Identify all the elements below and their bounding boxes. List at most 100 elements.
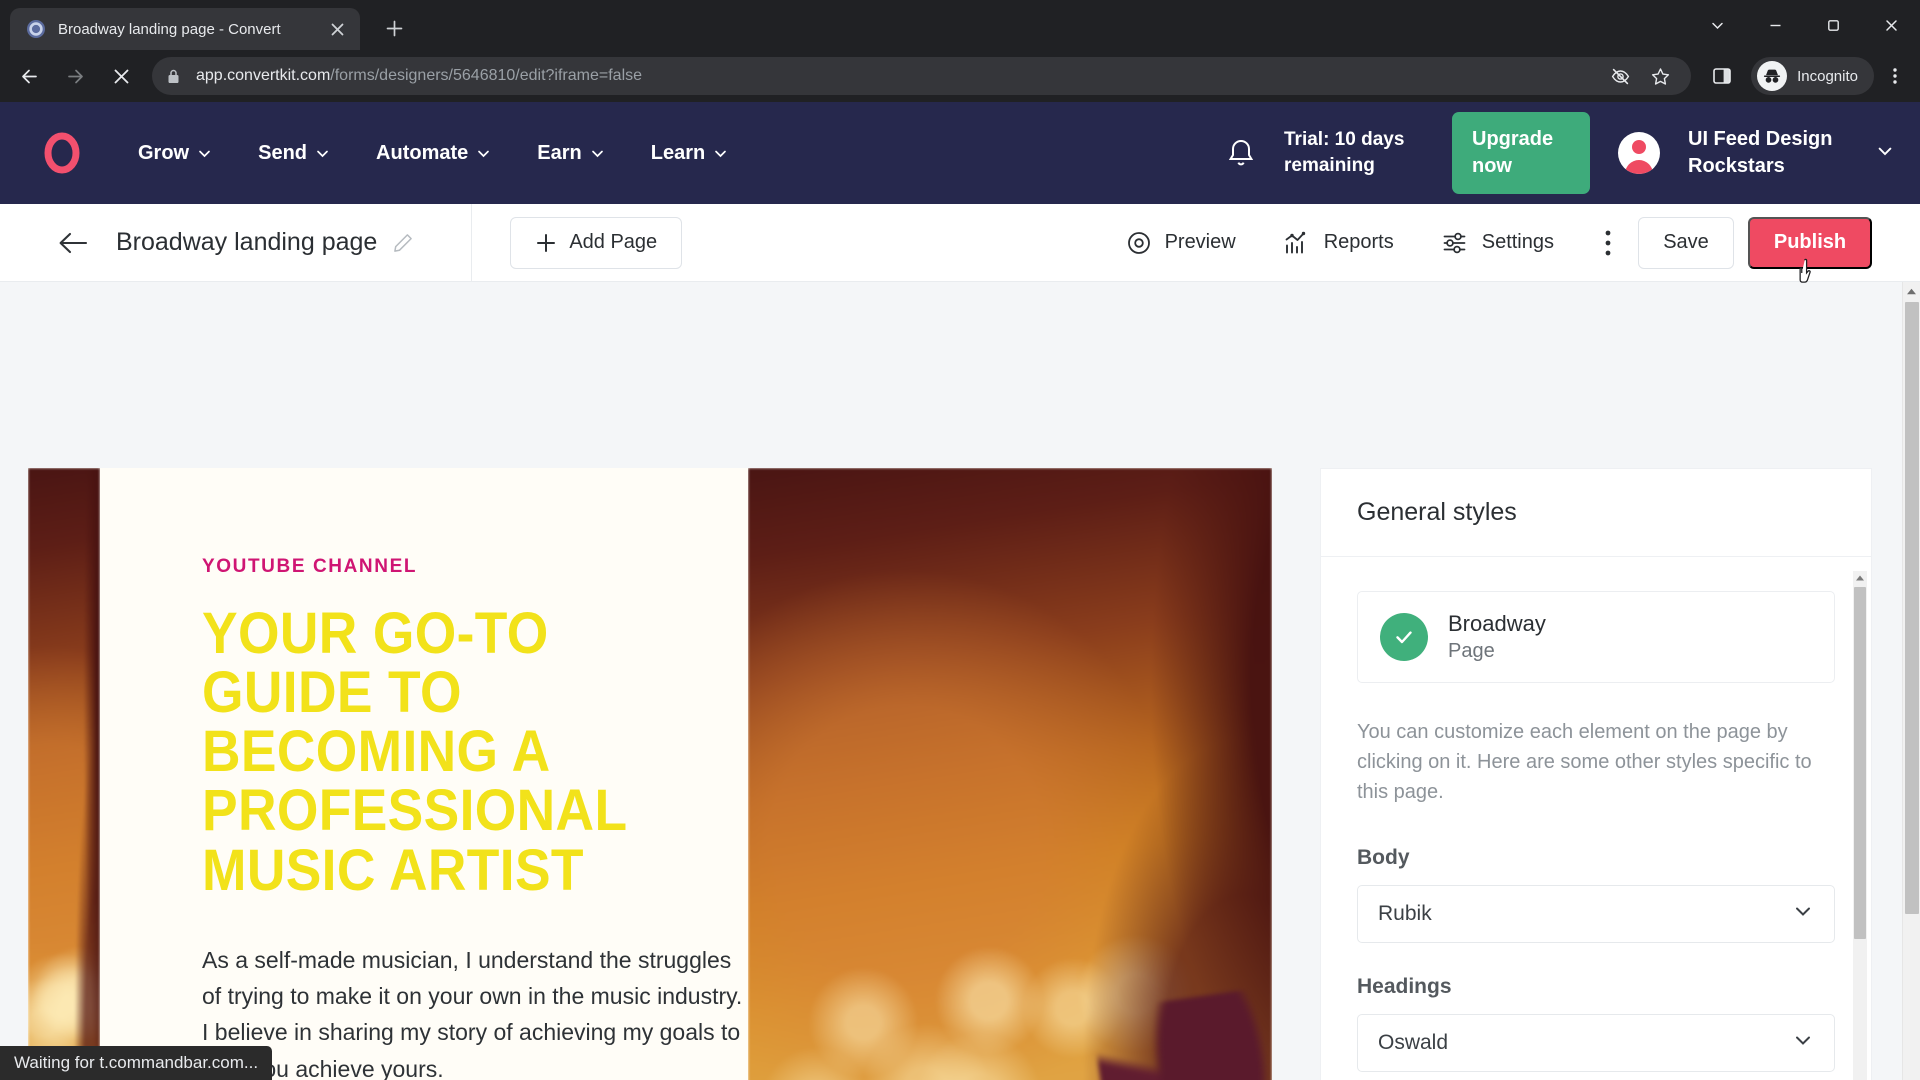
more-options-icon[interactable]	[1588, 228, 1628, 258]
browser-window: Broadway landing page - Convert app.conv…	[0, 0, 1920, 1080]
hero-paragraph[interactable]: As a self-made musician, I understand th…	[202, 942, 748, 1080]
back-to-forms-icon[interactable]	[56, 226, 90, 260]
body-font-value: Rubik	[1378, 901, 1432, 925]
account-name[interactable]: UI Feed Design Rockstars	[1688, 126, 1848, 180]
hero-eyebrow[interactable]: YOUTUBE CHANNEL	[202, 556, 748, 578]
chevron-down-icon	[317, 150, 328, 157]
status-bar: Waiting for t.commandbar.com...	[0, 1046, 273, 1080]
publish-button[interactable]: Publish	[1748, 216, 1872, 269]
add-page-button[interactable]: Add Page	[510, 216, 683, 269]
nav-item-label: Send	[258, 141, 308, 164]
chevron-down-icon	[1792, 900, 1814, 928]
chart-icon	[1285, 231, 1305, 253]
stop-loading-icon[interactable]	[100, 55, 142, 97]
chevron-down-icon	[199, 150, 210, 157]
browser-menu-icon[interactable]	[1878, 59, 1912, 93]
scroll-up-arrow-icon[interactable]	[1853, 571, 1867, 585]
nav-item-send[interactable]: Send	[258, 142, 330, 165]
trial-status: Trial: 10 days remaining	[1284, 129, 1405, 176]
tab-title: Broadway landing page - Convert	[58, 20, 281, 38]
upgrade-now-button[interactable]: Upgrade now	[1452, 112, 1590, 194]
selected-element-card[interactable]: Broadway Page	[1357, 591, 1835, 683]
page-title[interactable]: Broadway landing page	[116, 228, 377, 257]
settings-button[interactable]: Settings	[1418, 230, 1578, 256]
app-nav-right: Trial: 10 days remaining Upgrade now UI …	[1226, 112, 1896, 194]
tab-strip: Broadway landing page - Convert	[0, 0, 1920, 50]
nav-item-label: Earn	[537, 141, 582, 164]
body-font-label: Body	[1357, 845, 1410, 869]
general-styles-panel: General styles Broadway Page You can cus…	[1320, 468, 1872, 1080]
panel-body: Broadway Page You can customize each ele…	[1321, 557, 1871, 1080]
check-icon	[1380, 612, 1428, 661]
panel-scrollbar[interactable]	[1853, 571, 1867, 1080]
chevron-down-icon	[478, 150, 490, 157]
chevron-down-icon[interactable]	[1876, 142, 1896, 165]
save-button[interactable]: Save	[1638, 216, 1734, 269]
panel-scroll-thumb[interactable]	[1854, 587, 1866, 939]
omnibox-icons	[1603, 59, 1677, 93]
nav-item-learn[interactable]: Learn	[651, 142, 728, 165]
nav-item-label: Automate	[376, 141, 469, 164]
avatar[interactable]	[1618, 132, 1660, 174]
chevron-down-icon	[591, 150, 603, 157]
canvas-left-image-strip	[28, 468, 100, 1080]
canvas-text-column: YOUTUBE CHANNEL Your go-to guide to beco…	[100, 468, 748, 1080]
stage-photo-background	[28, 468, 100, 1080]
sliders-icon	[1443, 232, 1466, 253]
headings-font-value: Oswald	[1378, 1030, 1449, 1054]
new-tab-button[interactable]	[374, 8, 414, 48]
nav-item-automate[interactable]: Automate	[376, 142, 491, 165]
panel-title: General styles	[1357, 498, 1517, 526]
url-domain: app.convertkit.com	[196, 67, 331, 84]
chevron-down-icon[interactable]	[1688, 0, 1746, 50]
address-bar[interactable]: app.convertkit.com/forms/designers/56468…	[152, 57, 1692, 95]
browser-toolbar: app.convertkit.com/forms/designers/56468…	[0, 50, 1920, 102]
bell-icon[interactable]	[1226, 137, 1256, 169]
convertkit-favicon-icon	[26, 19, 46, 39]
nav-item-grow[interactable]: Grow	[138, 142, 212, 165]
workspace: YOUTUBE CHANNEL Your go-to guide to beco…	[0, 282, 1920, 1080]
window-controls	[1688, 0, 1920, 50]
page-scrollbar[interactable]	[1902, 282, 1920, 1080]
preview-button[interactable]: Preview	[1102, 230, 1260, 256]
convertkit-logo-icon[interactable]	[38, 129, 86, 177]
reports-button[interactable]: Reports	[1260, 230, 1418, 256]
maximize-icon[interactable]	[1804, 0, 1862, 50]
chevron-down-icon	[1792, 1029, 1814, 1057]
editor-toolbar: Broadway landing page Add Page Preview R…	[0, 203, 1920, 282]
browser-tab[interactable]: Broadway landing page - Convert	[10, 8, 360, 50]
landing-page-canvas[interactable]: YOUTUBE CHANNEL Your go-to guide to beco…	[28, 468, 1272, 1080]
stage-photo-background	[748, 468, 1272, 1080]
lock-icon	[166, 68, 184, 85]
forward-icon[interactable]	[54, 55, 96, 97]
close-window-icon[interactable]	[1862, 0, 1920, 50]
url-path: /forms/designers/5646810/edit?iframe=fal…	[330, 67, 643, 84]
app-nav-items: Grow Send Automate Earn Learn	[138, 142, 728, 165]
minimize-icon[interactable]	[1746, 0, 1804, 50]
hero-heading[interactable]: Your go-to guide to becoming a professio…	[202, 604, 699, 900]
add-page-label: Add Page	[569, 231, 658, 253]
nav-item-label: Learn	[650, 141, 706, 164]
incognito-avatar	[1757, 61, 1788, 91]
plus-icon	[537, 233, 556, 252]
toolbar-divider	[471, 203, 473, 282]
settings-label: Settings	[1481, 231, 1554, 253]
side-panel-icon[interactable]	[1705, 59, 1739, 93]
eye-off-icon[interactable]	[1603, 59, 1637, 93]
canvas-video-column[interactable]	[748, 468, 1272, 1080]
chevron-down-icon	[715, 150, 727, 157]
app-viewport: Grow Send Automate Earn Learn Trial: 10 …	[0, 102, 1920, 1080]
headings-font-select[interactable]: Oswald	[1357, 1013, 1835, 1072]
bookmark-star-icon[interactable]	[1643, 59, 1677, 93]
editor-toolbar-actions: Preview Reports Settings Save Publish	[1102, 216, 1920, 269]
reports-label: Reports	[1323, 231, 1394, 253]
close-icon[interactable]	[324, 16, 350, 42]
body-font-select[interactable]: Rubik	[1357, 884, 1835, 943]
page-scroll-thumb[interactable]	[1905, 302, 1919, 914]
element-type: Page	[1448, 639, 1495, 662]
pencil-icon[interactable]	[393, 233, 413, 253]
back-icon[interactable]	[8, 55, 50, 97]
incognito-indicator[interactable]: Incognito	[1751, 57, 1874, 95]
scroll-up-arrow-icon[interactable]	[1903, 282, 1920, 300]
nav-item-earn[interactable]: Earn	[537, 142, 604, 165]
